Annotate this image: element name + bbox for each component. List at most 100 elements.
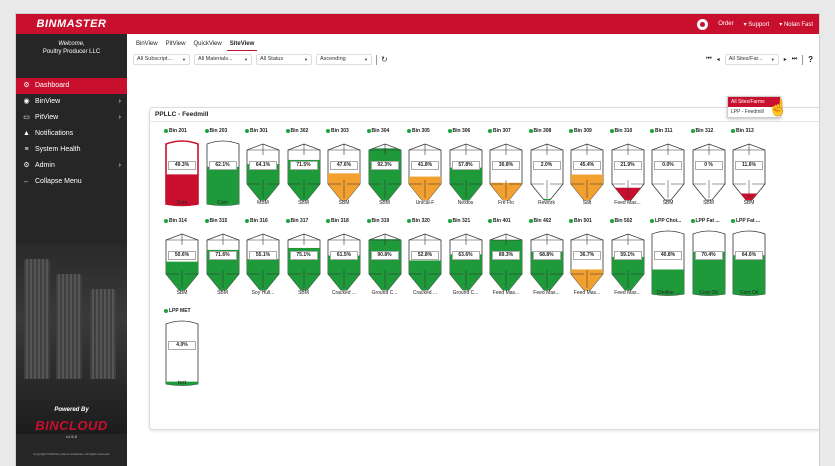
status-dot [285,129,290,133]
bin-contents-label: SBM [338,200,350,206]
welcome-label: Welcome, [58,41,85,47]
status-dot [204,219,209,223]
welcome-block: Welcome, Poultry Producer LLC [16,40,127,56]
tab-quickview[interactable]: QuickView [190,38,224,51]
bin-tile[interactable]: Bin 306 57.8% Nextos [447,128,484,218]
bin-contents-label: Choline ... [656,290,680,296]
bin-tile[interactable]: Bin 316 55.1% Soy Hull... [245,218,281,308]
binmaster-logo[interactable]: BINMASTER [16,14,127,34]
bin-tile[interactable]: Bin 317 75.1% SBM [285,218,322,308]
bin-tile[interactable]: Bin 302 71.5% SBM [285,128,322,218]
materials-select[interactable]: All Materials... ▼ [194,54,252,65]
bincloud-logo: BINCLOUD [35,418,108,433]
bin-name: Bin 317 [285,218,326,224]
tab-binview[interactable]: BinView [133,38,161,51]
order-link[interactable]: Order [718,21,733,27]
sidebar-item-pitview[interactable]: ▭ PitView › [16,110,127,126]
bin-tile[interactable]: LPP Fat ... 70.4% Corn Oil [690,218,727,308]
bin-tile[interactable]: Bin 401 89.3% Feed Mas... [488,218,524,308]
bin-tile[interactable]: Bin 313 11.6% SBM [731,128,767,218]
bin-name: Bin 203 [204,128,245,134]
sidebar-item-collapse-menu[interactable]: ← Collapse Menu [16,174,127,190]
bin-tile[interactable]: Bin 308 2.0% Rework [528,128,565,218]
bin-tile[interactable]: Bin 305 41.8% Unical-F [407,128,443,218]
bin-tile[interactable]: LPP MET 4.0% test [164,308,200,398]
bin-tile[interactable]: Bin 309 45.4% Salt [569,128,605,218]
chevron-down-icon: ▼ [770,57,775,62]
nav-icon: ▲ [23,130,30,137]
nav-icon: ≡ [24,146,29,153]
sort-order-select[interactable]: Ascending ▼ [316,54,372,65]
bin-name: LPP Fat ... [731,218,771,224]
bin-tile[interactable]: Bin 320 52.8% Cracked ... [407,218,443,308]
sidebar-item-notifications[interactable]: ▲ Notifications [16,126,127,142]
status-select[interactable]: All Status ▼ [256,54,312,65]
notification-bell-icon[interactable] [697,18,709,30]
chevron-down-icon: ▼ [182,57,186,62]
fill-percent-label: 75.1% [289,251,318,260]
bin-tile[interactable]: Bin 321 63.6% Ground C... [447,218,484,308]
prev-page-icon[interactable]: ◂ [717,56,720,63]
bin-contents-label: Feed Mas... [614,290,641,296]
sidebar-item-system-health[interactable]: ≡ System Health [16,142,127,158]
fill-percent-label: 36.7% [573,251,601,260]
bin-tile[interactable]: Bin 501 36.7% Feed Mas... [569,218,605,308]
tab-siteview[interactable]: SiteView [226,38,258,51]
bin-tile[interactable]: LPP Choi... 40.8% Choline ... [650,218,686,308]
first-page-icon[interactable]: ⏮ [706,56,711,63]
fill-percent-label: 52.8% [411,251,439,260]
bin-tile[interactable]: Bin 303 47.6% SBM [326,128,362,218]
bin-tile[interactable]: Bin 319 90.8% Ground C... [366,218,403,308]
bin-name: Bin 309 [569,128,609,134]
chevron-right-icon: › [118,114,121,121]
fill-percent-label: 59.1% [613,251,642,260]
last-page-icon[interactable]: ⏭ [792,56,797,63]
bin-tile[interactable]: Bin 402 68.8% Feed Mas... [528,218,565,308]
bin-contents-label: Nextos [457,200,474,206]
bin-tile[interactable]: Bin 203 62.1% Corn [204,128,241,218]
copyright-text: Copyright ©2023 by Garner Industries. Al… [33,452,110,456]
bin-contents-label: Feed Mas... [492,290,520,296]
status-dot [164,309,168,313]
chevron-right-icon: › [118,162,121,169]
bin-contents-label: Corn Oil [739,290,759,296]
subscription-select[interactable]: All Subscript... ▼ [133,54,190,65]
site-select[interactable]: All Sites/Far... ▼ [724,54,779,65]
bin-tile[interactable]: Bin 310 21.9% Feed Mas... [609,128,646,218]
bin-tile[interactable]: Bin 311 0.0% SBM [650,128,686,218]
bin-tile[interactable]: Bin 318 61.5% Cracked ... [326,218,362,308]
bin-tile[interactable]: Bin 314 50.6% SBM [164,218,200,308]
bin-tile[interactable]: Bin 502 59.1% Feed Mas... [609,218,646,308]
sidebar-item-label: Collapse Menu [35,178,82,185]
bin-contents-label: SBM [743,200,755,206]
bin-tile[interactable]: Bin 312 0 % SBM [690,128,727,218]
sidebar-item-binview[interactable]: ◉ BinView › [16,94,127,110]
sidebar-item-dashboard[interactable]: ⚙ Dashboard [16,78,127,94]
bin-contents-label: SBM [298,290,309,296]
bin-tile[interactable]: Bin 315 71.6% SBM [204,218,241,308]
fill-percent-label: 61.5% [330,251,358,260]
next-page-icon[interactable]: ▸ [784,56,787,63]
fill-percent-label: 63.6% [451,251,480,260]
status-dot [447,129,452,133]
status-dot [488,219,492,223]
bin-tile[interactable]: Bin 307 30.8% Fre Flo [488,128,524,218]
sidebar-item-admin[interactable]: ⚙ Admin › [16,158,127,174]
user-menu[interactable]: ▾ Nolan Fast [779,21,813,28]
support-menu[interactable]: ▾ Support [744,21,770,28]
status-dot [690,129,695,133]
refresh-icon[interactable]: ↻ [381,55,388,64]
bin-tile[interactable]: LPP Fat ... 64.6% Corn Oil [731,218,767,308]
status-dot [407,219,411,223]
bin-name: Bin 502 [609,218,650,224]
bin-tile[interactable]: Bin 301 64.1% MBM [245,128,281,218]
help-icon[interactable]: ? [808,55,813,64]
bin-name: Bin 310 [609,128,650,134]
status-dot [650,219,654,223]
bin-contents-label: test [177,380,187,386]
bin-tile[interactable]: Bin 304 92.3% SBM [366,128,403,218]
tab-pitview[interactable]: PitView [163,38,189,51]
divider [376,54,377,65]
bin-contents-label: MBM [257,200,269,206]
bin-tile[interactable]: Bin 201 49.3% Corn [164,128,200,218]
